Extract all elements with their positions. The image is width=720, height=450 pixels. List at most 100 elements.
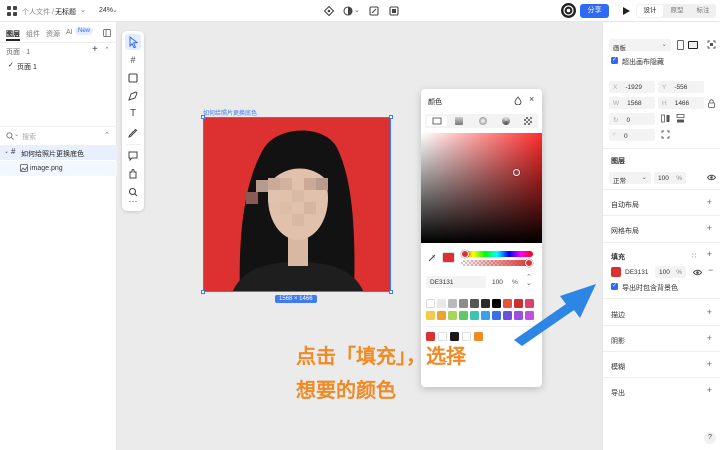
angular-gradient-icon[interactable] [502,117,510,125]
frame-label[interactable]: 如何给照片更换底色 [203,108,257,117]
component-icon[interactable] [323,5,335,17]
tab-design[interactable]: 设计 [637,5,663,17]
color-swatch[interactable] [437,311,446,320]
comment-tool-icon[interactable] [125,148,141,164]
x-field[interactable]: X -1929 [609,81,655,93]
color-swatch[interactable] [492,299,501,308]
plugin-tool-icon[interactable] [125,166,141,182]
layer-row-frame[interactable]: ⌄ # 如何给照片更换底色 [0,145,117,160]
flip-horizontal-icon[interactable] [661,114,670,123]
selection-handle[interactable] [389,290,393,294]
solid-fill-option[interactable] [427,116,447,126]
page-item[interactable]: ✓ 页面 1 [0,60,117,73]
photo-frame[interactable] [203,117,391,292]
color-swatch[interactable] [426,299,435,308]
layer-row-image[interactable]: image.png [0,161,117,176]
rectangle-tool-icon[interactable] [125,70,141,86]
zoom-chevron-icon[interactable]: ⌄ [112,6,118,14]
fill-opacity-field[interactable]: 100% [655,266,686,278]
text-tool-icon[interactable]: T [125,106,141,122]
tab-layers[interactable]: 图层 [6,29,20,39]
add-fill-icon[interactable]: + [707,249,712,259]
add-auto-layout-icon[interactable]: + [707,197,712,207]
color-swatch[interactable] [448,311,457,320]
selection-handle[interactable] [389,115,393,119]
eyedropper-tool-icon[interactable] [428,254,436,262]
edit-icon[interactable] [369,6,379,16]
breadcrumb[interactable]: 个人文件 / [22,7,54,17]
alpha-slider[interactable] [461,260,533,266]
expand-chevron-icon[interactable]: ⌄ [4,148,9,155]
frame-view-icon[interactable] [389,6,399,16]
color-swatch[interactable] [459,299,468,308]
color-swatch[interactable] [426,311,435,320]
clip-content-checkbox[interactable]: ✓ [611,57,618,64]
h-field[interactable]: H 1466 [658,97,704,109]
move-tool-icon[interactable] [125,34,141,50]
frame-type-select[interactable]: 画板 ⌄ [609,39,671,52]
fill-color-swatch[interactable] [611,267,621,277]
layer-opacity-field[interactable]: 100% [654,172,686,184]
landscape-orientation-icon[interactable] [688,41,698,49]
image-fill-icon[interactable] [524,117,532,125]
fill-styles-icon[interactable]: ∷ [692,252,696,260]
add-export-icon[interactable]: + [707,385,712,395]
independent-corners-icon[interactable] [661,130,670,139]
layer-visibility-icon[interactable] [706,174,717,181]
menu-icon[interactable] [6,5,18,17]
add-grid-layout-icon[interactable]: + [707,223,712,233]
fill-hex-field[interactable]: DE3131 [623,266,653,278]
collapse-layers-icon[interactable]: ⌃ [104,131,110,139]
tab-assets[interactable]: 资源 [46,29,60,39]
color-swatch[interactable] [474,332,483,341]
remove-fill-icon[interactable]: − [708,265,713,275]
portrait-orientation-icon[interactable] [677,40,684,50]
frame-tool-icon[interactable]: # [125,52,141,68]
linear-gradient-icon[interactable] [455,117,463,125]
hue-slider-thumb[interactable] [461,250,469,258]
hex-input[interactable]: DE3131 [426,276,486,288]
add-stroke-icon[interactable]: + [707,307,712,317]
canvas[interactable]: # T ··· 如何给照片更换底色 1568 × 1466 颜色 × DE313… [118,22,602,450]
fill-visibility-icon[interactable] [692,269,703,276]
hue-slider[interactable] [461,251,533,257]
color-swatch[interactable] [448,299,457,308]
play-icon[interactable] [621,6,631,16]
color-swatch[interactable] [470,299,479,308]
theme-chevron-icon[interactable]: ⌄ [354,6,360,14]
close-icon[interactable]: × [529,94,534,104]
pencil-tool-icon[interactable] [125,124,141,140]
selection-handle[interactable] [201,115,205,119]
radial-gradient-icon[interactable] [479,117,487,125]
w-field[interactable]: W 1568 [609,97,655,109]
blend-mode-select[interactable]: 正常 ⌄ [609,172,651,185]
collapse-panel-icon[interactable] [103,29,111,37]
tab-prototype[interactable]: 原型 [664,5,690,17]
tab-components[interactable]: 组件 [26,29,40,39]
color-swatch[interactable] [459,311,468,320]
file-title[interactable]: 无标题 [55,7,76,17]
saturation-brightness-field[interactable] [421,133,542,243]
pen-tool-icon[interactable] [125,88,141,104]
flip-vertical-icon[interactable] [676,114,685,123]
avatar[interactable] [561,3,576,18]
color-swatch[interactable] [492,311,501,320]
help-button[interactable]: ? [704,432,716,444]
zoom-level[interactable]: 24% [99,7,113,14]
color-swatch[interactable] [481,311,490,320]
color-swatch[interactable] [437,299,446,308]
add-page-icon[interactable]: + [92,44,98,55]
chevron-down-icon[interactable]: ⌄ [80,6,86,14]
color-swatch[interactable] [470,311,479,320]
filter-chevron-icon[interactable]: ⌄ [14,131,19,138]
more-tools-icon[interactable]: ··· [125,197,141,209]
add-blur-icon[interactable]: + [707,359,712,369]
pages-collapse-icon[interactable]: ⌃ [104,46,110,54]
y-field[interactable]: Y -556 [658,81,704,93]
color-field-cursor[interactable] [513,169,520,176]
selection-handle[interactable] [201,290,205,294]
theme-icon[interactable] [343,6,353,16]
rotation-field[interactable]: ↻ 0 [609,113,655,125]
add-shadow-icon[interactable]: + [707,333,712,343]
color-swatch[interactable] [481,299,490,308]
